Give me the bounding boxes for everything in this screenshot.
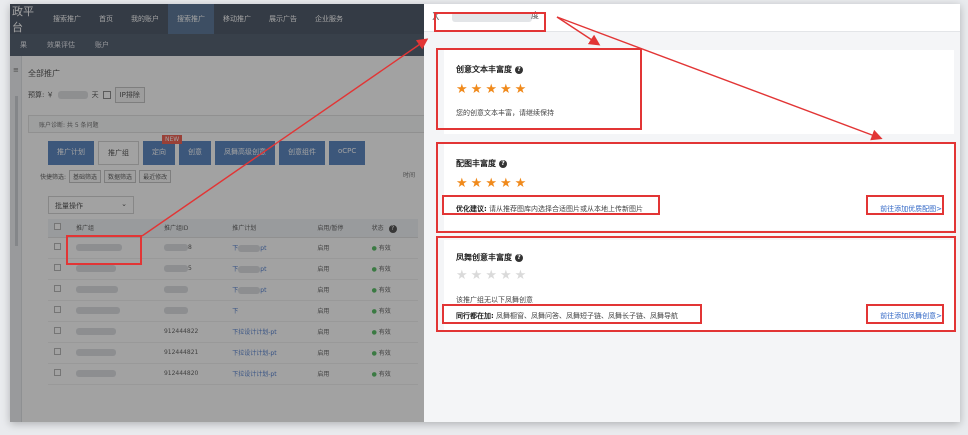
annotation-box-image-card [436, 142, 956, 233]
annotation-box-text-card [436, 48, 642, 130]
annotation-box-image-link [866, 195, 944, 215]
annotation-box-fengwu-link [866, 304, 944, 324]
annotation-box-adgroup [66, 235, 142, 265]
annotation-box-title [434, 12, 546, 32]
modal-overlay[interactable] [10, 4, 424, 422]
campaign-manager: 政平台 搜索推广 首页 我的账户 搜索推广 移动推广 展示广告 企业服务 果 效… [10, 4, 424, 422]
annotation-box-peer [442, 304, 702, 324]
annotation-box-suggestion [442, 195, 660, 215]
screenshot-stage: 政平台 搜索推广 首页 我的账户 搜索推广 移动推广 展示广告 企业服务 果 效… [10, 4, 960, 422]
